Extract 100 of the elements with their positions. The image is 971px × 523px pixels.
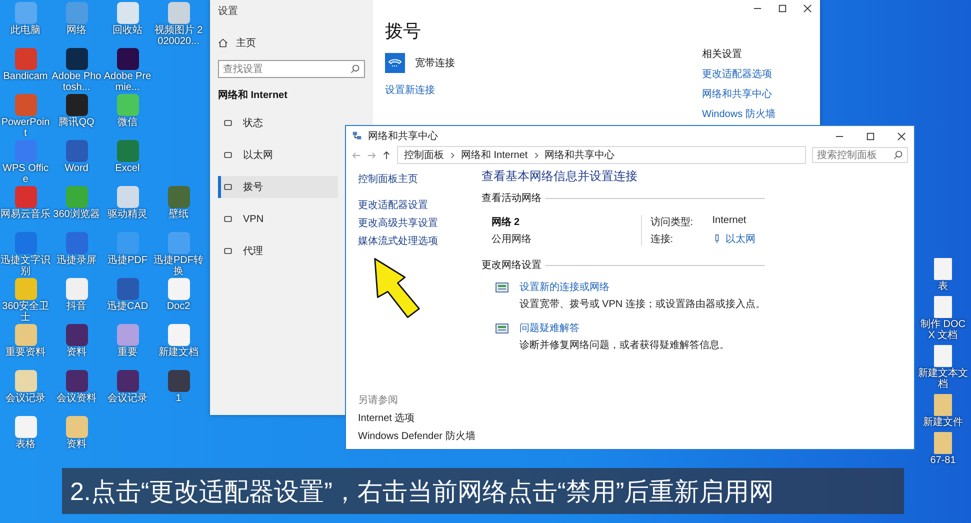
icon-label: 新建文本文档 xyxy=(918,368,968,390)
icon-label: 新建文档 xyxy=(158,347,200,358)
icon-label: 新建文件 xyxy=(922,417,964,428)
related-link[interactable]: 网络和共享中心 xyxy=(702,87,812,101)
address-bar[interactable]: 控制面板 网络和 Internet 网络和共享中心 xyxy=(397,146,806,164)
nav-icon xyxy=(223,182,233,192)
close-icon[interactable] xyxy=(897,132,906,140)
sidebar-link[interactable]: 更改适配器设置 xyxy=(358,198,476,212)
icon-label: Doc2 xyxy=(166,301,192,312)
icon-label: 迅捷录屏 xyxy=(56,255,98,266)
app-icon[interactable] xyxy=(116,186,138,208)
search-icon xyxy=(893,150,903,160)
nav-item[interactable]: 状态 xyxy=(218,112,338,134)
sidebar-link[interactable]: 控制面板主页 xyxy=(358,172,476,186)
icon-label: 迅捷PDF转换 xyxy=(153,255,204,277)
up-arrow-icon[interactable] xyxy=(382,150,391,160)
forward-arrow-icon[interactable] xyxy=(367,150,376,160)
task-description: 设置宽带、拨号或 VPN 连接；或设置路由器或接入点。 xyxy=(519,298,766,311)
icon-label: 微信 xyxy=(116,117,138,128)
see-also-title: 另请参阅 xyxy=(358,394,399,407)
breadcrumb-item[interactable]: 网络和共享中心 xyxy=(544,148,615,162)
file-icon[interactable] xyxy=(934,345,952,367)
icon-label: 迅捷PDF xyxy=(106,255,148,266)
nav-icon xyxy=(223,246,233,256)
access-label: 访问类型: xyxy=(650,216,694,229)
app-icon[interactable] xyxy=(66,370,88,392)
sidebar-link[interactable]: 更改高级共享设置 xyxy=(358,216,476,230)
breadcrumb-item[interactable]: 网络和 Internet xyxy=(461,148,528,162)
connection-name[interactable]: 宽带连接 xyxy=(415,56,455,70)
nav-item[interactable]: 拨号 xyxy=(218,176,338,198)
icon-label: 壁纸 xyxy=(168,209,190,220)
app-icon[interactable] xyxy=(116,370,138,392)
see-also-link[interactable]: Internet 选项 xyxy=(358,411,476,425)
maximize-icon[interactable] xyxy=(778,4,787,13)
network-name: 网络 2 xyxy=(491,216,521,229)
icon-label: 360浏览器 xyxy=(52,209,101,220)
new-connection-link[interactable]: 设置新连接 xyxy=(385,83,455,97)
breadcrumb-item[interactable]: 控制面板 xyxy=(404,148,444,162)
icon-label: 视频图片 2020020... xyxy=(153,25,204,47)
icon-label: 制作 DOCX 文档 xyxy=(920,319,966,341)
app-icon[interactable] xyxy=(168,278,190,300)
icon-label: 抖音 xyxy=(66,301,88,312)
window-title: 设置 xyxy=(218,4,239,18)
app-icon[interactable] xyxy=(168,370,190,392)
icon-label: 资料 xyxy=(66,347,88,358)
see-also-link[interactable]: Windows Defender 防火墙 xyxy=(358,429,476,443)
nav-icon xyxy=(223,150,233,160)
icon-label: 1 xyxy=(174,393,182,404)
nav-item[interactable]: 以太网 xyxy=(218,144,338,166)
icon-label: Adobe Photosh... xyxy=(51,71,102,93)
task-link[interactable]: 问题疑难解答 xyxy=(519,321,730,335)
app-icon[interactable] xyxy=(66,324,88,346)
icon-label: 重要资料 xyxy=(4,347,46,358)
app-icon[interactable] xyxy=(66,48,88,70)
icon-label: 此电脑 xyxy=(10,25,42,36)
icon-label: 回收站 xyxy=(112,25,144,36)
sidebar-link[interactable]: 媒体流式处理选项 xyxy=(358,234,476,248)
related-link[interactable]: Windows 防火墙 xyxy=(702,107,812,121)
network-icon xyxy=(352,131,362,141)
icon-label: WPS Office xyxy=(2,163,50,185)
nav-item[interactable]: 代理 xyxy=(218,240,338,262)
file-icon[interactable] xyxy=(934,394,952,416)
nav-item[interactable]: VPN xyxy=(218,208,338,230)
page-heading: 拨号 xyxy=(385,20,422,43)
icon-label: Adobe Premie... xyxy=(102,71,152,93)
access-value: Internet xyxy=(712,215,746,228)
app-icon[interactable] xyxy=(66,94,88,116)
app-icon[interactable] xyxy=(168,2,190,24)
related-link[interactable]: 更改适配器选项 xyxy=(702,67,812,81)
close-icon[interactable] xyxy=(803,4,812,13)
icon-label: 表格 xyxy=(14,439,36,450)
nav-icon xyxy=(223,118,233,128)
icon-label: 表 xyxy=(937,281,949,292)
icon-label: 迅捷文字识别 xyxy=(0,255,51,277)
window-title: 网络和共享中心 xyxy=(368,130,438,143)
app-icon[interactable] xyxy=(14,370,36,392)
icon-label: 360安全卫士 xyxy=(1,301,50,323)
app-icon[interactable] xyxy=(168,324,190,346)
maximize-icon[interactable] xyxy=(866,132,875,140)
back-arrow-icon[interactable] xyxy=(352,150,361,160)
task-link[interactable]: 设置新的连接或网络 xyxy=(519,280,766,294)
app-icon[interactable] xyxy=(66,278,88,300)
home-link[interactable]: 主页 xyxy=(236,36,256,50)
icon-label: 资料 xyxy=(66,439,88,450)
chevron-icon xyxy=(450,152,455,158)
section-title: 网络和 Internet xyxy=(218,88,288,102)
app-icon[interactable] xyxy=(116,2,138,24)
icon-label: Bandicam xyxy=(2,71,49,82)
search-icon xyxy=(350,64,360,74)
page-heading: 查看基本网络信息并设置连接 xyxy=(481,168,638,185)
search-field[interactable]: 查找设置 xyxy=(218,60,365,78)
icon-label: 驱动精灵 xyxy=(106,209,148,220)
app-icon[interactable] xyxy=(14,416,36,438)
phone-icon xyxy=(385,53,405,73)
network-type: 公用网络 xyxy=(491,233,532,246)
app-icon[interactable] xyxy=(116,48,138,70)
icon-label: 网易云音乐 xyxy=(0,209,51,220)
chevron-icon xyxy=(534,152,539,158)
connection-link[interactable]: 以太网 xyxy=(725,232,756,246)
icon-label: Word xyxy=(64,163,90,174)
